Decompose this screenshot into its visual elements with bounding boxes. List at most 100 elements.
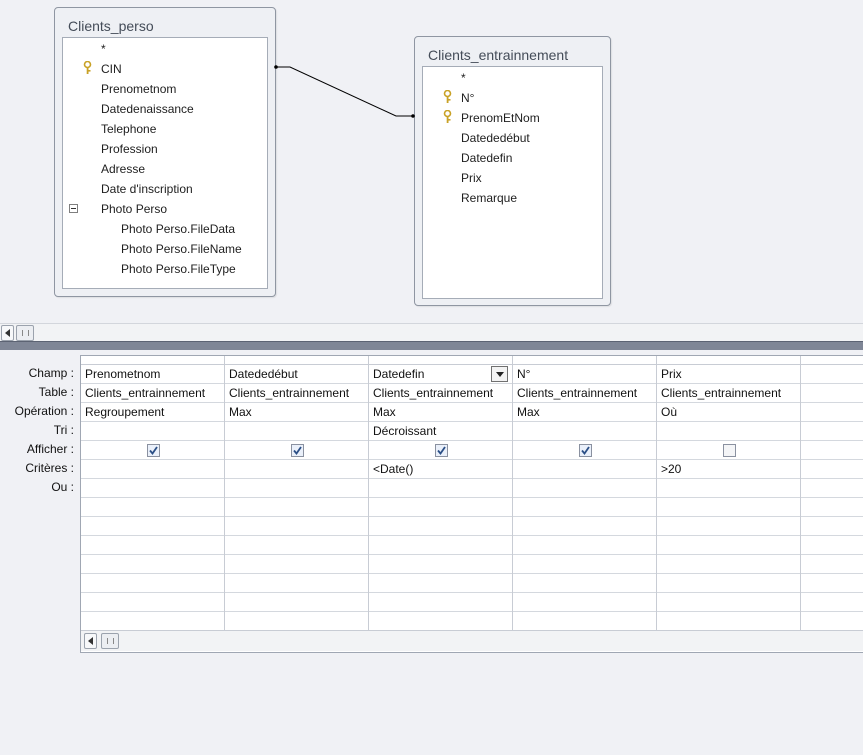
grid-cell-operation[interactable] (801, 403, 863, 422)
grid-cell-table[interactable]: Clients_entrainnement (513, 384, 656, 403)
show-checkbox[interactable] (291, 444, 304, 457)
field-label: Datededébut (461, 131, 530, 145)
field-item[interactable]: Date d'inscription (63, 179, 267, 199)
table-box-clients-entrainnement[interactable]: Clients_entrainnement * N° PrenomEtNom Date… (414, 36, 611, 306)
row-label: Champ : (28, 366, 74, 380)
field-item[interactable]: Profession (63, 139, 267, 159)
row-label: Critères : (25, 461, 74, 475)
grid-cell-table[interactable]: Clients_entrainnement (369, 384, 512, 403)
query-design-grid[interactable]: Prenometnom Clients_entrainnement Regroupe… (80, 355, 863, 653)
grid-cell-champ[interactable]: Prix (657, 365, 800, 384)
field-label: * (461, 71, 466, 85)
grid-cell-ou[interactable] (801, 479, 863, 498)
grid-cell-ou[interactable] (81, 479, 224, 498)
scrollbar-thumb[interactable] (101, 633, 119, 649)
field-item[interactable]: Datedefin (423, 148, 602, 168)
scroll-left-arrow-icon[interactable] (84, 633, 97, 649)
show-checkbox[interactable] (435, 444, 448, 457)
field-item[interactable]: Remarque (423, 188, 602, 208)
grid-cell-champ[interactable]: Datededébut (225, 365, 368, 384)
field-item[interactable]: Photo Perso.FileData (63, 219, 267, 239)
grid-column[interactable]: Datedefin Clients_entrainnement Max Décrois… (369, 356, 513, 631)
field-item[interactable]: Datededébut (423, 128, 602, 148)
field-label: Date d'inscription (101, 182, 193, 196)
grid-cell-ou[interactable] (657, 479, 800, 498)
primary-key-icon (443, 109, 452, 124)
show-checkbox[interactable] (579, 444, 592, 457)
checkbox-check-icon (437, 446, 446, 455)
field-list[interactable]: * CIN Prenometnom Datedenaissance Telephone P… (62, 37, 268, 289)
grid-cell-criteres[interactable] (81, 460, 224, 479)
grid-cell-operation[interactable]: Max (369, 403, 512, 422)
grid-cell-criteres[interactable] (513, 460, 656, 479)
field-item[interactable]: Photo Perso.FileName (63, 239, 267, 259)
field-item[interactable]: Adresse (63, 159, 267, 179)
field-item[interactable]: Telephone (63, 119, 267, 139)
grid-cell-operation[interactable]: Max (225, 403, 368, 422)
grid-cell-table[interactable] (801, 384, 863, 403)
collapse-minus-icon[interactable] (69, 204, 78, 213)
grid-cell-criteres[interactable]: <Date() (369, 460, 512, 479)
field-label: Prix (461, 171, 482, 185)
field-item[interactable]: Photo Perso (63, 199, 267, 219)
grid-cell-criteres[interactable] (801, 460, 863, 479)
row-label: Opération : (14, 404, 74, 418)
scrollbar-thumb[interactable] (16, 325, 34, 341)
grid-cell-champ[interactable]: N° (513, 365, 656, 384)
checkbox-check-icon (149, 446, 158, 455)
checkbox-check-icon (293, 446, 302, 455)
grid-column[interactable]: Datededébut Clients_entrainnement Max (225, 356, 369, 631)
grid-column[interactable]: N° Clients_entrainnement Max (513, 356, 657, 631)
field-list[interactable]: * N° PrenomEtNom Datededébut Datedefin Prix Re… (422, 66, 603, 299)
field-item[interactable]: * (423, 68, 602, 88)
grid-cell-operation[interactable]: Où (657, 403, 800, 422)
field-label: Photo Perso.FileType (121, 262, 236, 276)
grid-cell-tri[interactable] (513, 422, 656, 441)
field-item[interactable]: CIN (63, 59, 267, 79)
field-label: Remarque (461, 191, 518, 205)
field-item[interactable]: Photo Perso.FileType (63, 259, 267, 279)
dropdown-arrow-icon[interactable] (491, 366, 508, 382)
field-label: Photo Perso.FileName (121, 242, 242, 256)
grid-horizontal-scrollbar[interactable] (81, 630, 863, 651)
field-label: Datedefin (461, 151, 513, 165)
show-checkbox[interactable] (147, 444, 160, 457)
row-label: Tri : (53, 423, 74, 437)
table-box-clients-perso[interactable]: Clients_perso * CIN Prenometnom Datedenaiss… (54, 7, 276, 297)
grid-cell-champ[interactable] (801, 365, 863, 384)
grid-cell-tri[interactable] (81, 422, 224, 441)
field-label: PrenomEtNom (461, 111, 540, 125)
grid-cell-tri[interactable] (657, 422, 800, 441)
grid-cell-ou[interactable] (225, 479, 368, 498)
field-item[interactable]: * (63, 39, 267, 59)
grid-cell-operation[interactable]: Regroupement (81, 403, 224, 422)
grid-cell-tri[interactable] (225, 422, 368, 441)
grid-cell-tri[interactable] (801, 422, 863, 441)
grid-cell-champ[interactable]: Prenometnom (81, 365, 224, 384)
scroll-left-arrow-icon[interactable] (1, 325, 14, 341)
field-label: * (101, 42, 106, 56)
table-title: Clients_perso (68, 18, 154, 34)
field-item[interactable]: Datedenaissance (63, 99, 267, 119)
grid-cell-ou[interactable] (369, 479, 512, 498)
show-checkbox[interactable] (723, 444, 736, 457)
grid-cell-table[interactable]: Clients_entrainnement (225, 384, 368, 403)
grid-column[interactable]: Prix Clients_entrainnement Où >20 (657, 356, 801, 631)
join-line[interactable] (270, 60, 420, 124)
grid-cell-ou[interactable] (513, 479, 656, 498)
diagram-horizontal-scrollbar[interactable] (0, 323, 863, 343)
field-item[interactable]: PrenomEtNom (423, 108, 602, 128)
field-item[interactable]: N° (423, 88, 602, 108)
grid-cell-criteres[interactable] (225, 460, 368, 479)
field-item[interactable]: Prenometnom (63, 79, 267, 99)
primary-key-icon (443, 89, 452, 104)
grid-column[interactable]: Prenometnom Clients_entrainnement Regroupe… (81, 356, 225, 631)
grid-cell-tri[interactable]: Décroissant (369, 422, 512, 441)
field-label: Datedenaissance (101, 102, 194, 116)
grid-cell-operation[interactable]: Max (513, 403, 656, 422)
grid-cell-table[interactable]: Clients_entrainnement (657, 384, 800, 403)
grid-cell-criteres[interactable]: >20 (657, 460, 800, 479)
field-item[interactable]: Prix (423, 168, 602, 188)
grid-column[interactable] (801, 356, 863, 631)
grid-cell-table[interactable]: Clients_entrainnement (81, 384, 224, 403)
